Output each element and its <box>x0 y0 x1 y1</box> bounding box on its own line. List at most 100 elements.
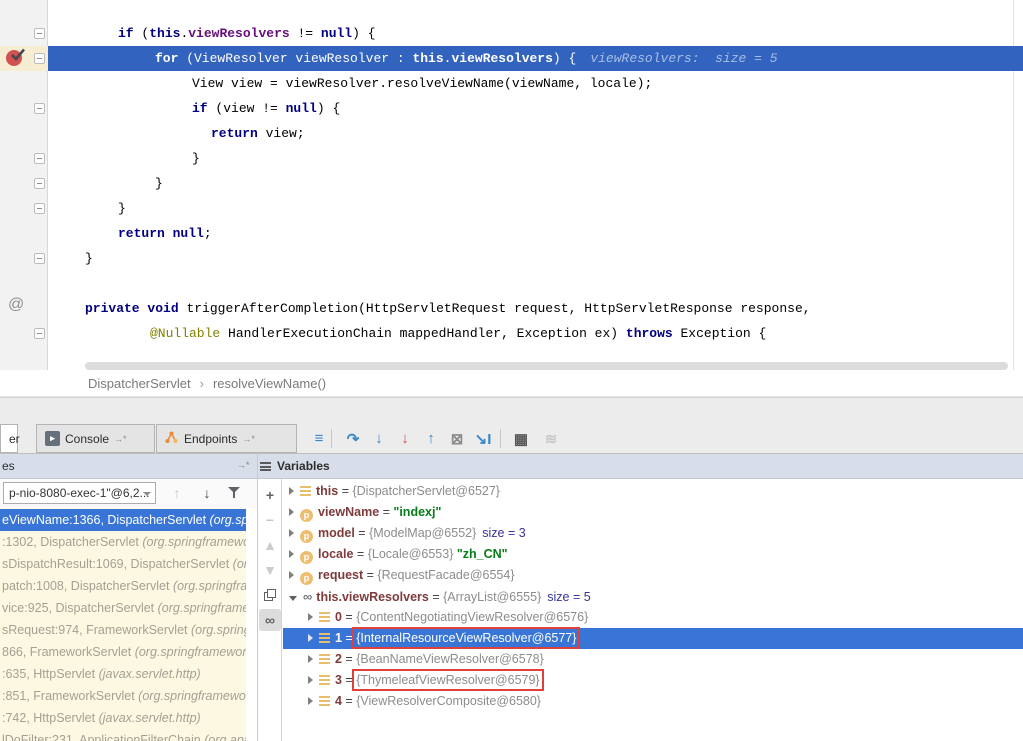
variable-row[interactable]: 2 = {BeanNameViewResolver@6578} <box>283 649 1023 670</box>
frame-package: (org.springfram <box>173 579 246 593</box>
chevron-right-icon[interactable] <box>289 571 294 579</box>
thread-selector-dropdown[interactable]: p-nio-8080-exec-1"@6,2... <box>3 482 156 504</box>
chevron-right-icon[interactable] <box>289 487 294 495</box>
filter-icon[interactable] <box>228 487 240 499</box>
chevron-right-icon[interactable] <box>308 634 313 642</box>
step-into-icon[interactable]: ↓ <box>368 424 390 453</box>
variable-row[interactable]: prequest = {RequestFacade@6554} <box>283 565 1023 586</box>
step-out-icon[interactable]: ↑ <box>420 424 442 453</box>
code-line[interactable]: } <box>118 196 126 221</box>
stack-frame-row[interactable]: lDoFilter:231, ApplicationFilterChain (o… <box>0 729 246 741</box>
variable-value: {ViewResolverComposite@6580} <box>356 694 541 708</box>
tab-options-arrow-icon[interactable]: →* <box>114 434 127 444</box>
stack-frame-row[interactable]: :635, HttpServlet (javax.servlet.http) <box>0 663 246 685</box>
show-execution-point-icon[interactable]: ≡ <box>308 424 330 453</box>
variable-equals: = <box>338 484 352 498</box>
variable-size: size = 5 <box>547 590 590 604</box>
code-line[interactable]: } <box>155 171 163 196</box>
variable-row[interactable]: this = {DispatcherServlet@6527} <box>283 481 1023 502</box>
code-line[interactable]: } <box>85 246 93 271</box>
code-token: ) { <box>553 51 576 66</box>
variable-row[interactable]: pmodel = {ModelMap@6552}size = 3 <box>283 523 1023 544</box>
chevron-down-icon[interactable] <box>289 596 297 601</box>
duplicate-watch-icon[interactable] <box>259 584 281 606</box>
debugger-inline-hint: viewResolvers: size = 5 <box>576 51 777 66</box>
frame-package: (javax.servlet.http) <box>99 667 201 681</box>
code-line[interactable]: View view = viewResolver.resolveViewName… <box>192 71 652 96</box>
frame-down-icon[interactable]: ↓ <box>196 482 218 504</box>
chevron-right-icon[interactable] <box>308 613 313 621</box>
add-watch-icon[interactable]: + <box>259 484 281 506</box>
chevron-right-icon[interactable] <box>308 655 313 663</box>
frames-list[interactable]: eViewName:1366, DispatcherServlet (org.s… <box>0 508 246 741</box>
code-token: ) { <box>317 101 340 116</box>
show-watches-icon[interactable]: ∞ <box>259 609 281 631</box>
tab-er[interactable]: er <box>0 424 18 453</box>
chevron-right-icon[interactable] <box>289 550 294 558</box>
toolbar-separator <box>500 429 501 448</box>
variable-string-value: "indexj" <box>393 505 441 519</box>
stack-frame-row[interactable]: patch:1008, DispatcherServlet (org.sprin… <box>0 575 246 597</box>
thread-selector-value: p-nio-8080-exec-1"@6,2... <box>9 486 150 500</box>
variables-menu-icon[interactable] <box>260 462 271 471</box>
field-icon <box>300 486 311 496</box>
drop-frame-icon[interactable]: ⊠ <box>446 424 468 453</box>
stack-frame-row[interactable]: sDispatchResult:1069, DispatcherServlet … <box>0 553 246 575</box>
variable-row[interactable]: ∞this.viewResolvers = {ArrayList@6555}si… <box>283 586 1023 607</box>
stack-frame-row[interactable]: :851, FrameworkServlet (org.springframew… <box>0 685 246 707</box>
stack-frame-row[interactable]: 866, FrameworkServlet (org.springframewo… <box>0 641 246 663</box>
force-step-into-icon[interactable]: ↓ <box>394 424 416 453</box>
breadcrumb-item[interactable]: resolveViewName() <box>213 376 326 391</box>
view-breakpoints-icon[interactable]: ▦ <box>510 424 532 453</box>
variable-row[interactable]: pviewName = "indexj" <box>283 502 1023 523</box>
run-to-cursor-icon[interactable]: ↘I <box>472 424 494 453</box>
variables-panel-title: Variables <box>277 459 330 473</box>
code-line[interactable]: return view; <box>211 121 305 146</box>
code-token: this <box>412 51 443 66</box>
code-token: void <box>147 301 178 316</box>
stack-frame-row[interactable]: eViewName:1366, DispatcherServlet (org.s… <box>0 509 246 531</box>
variable-row[interactable]: 1 = {InternalResourceViewResolver@6577} <box>283 628 1023 649</box>
code-token: throws <box>626 326 673 341</box>
variable-value: {ModelMap@6552} <box>369 526 476 540</box>
variable-equals: = <box>429 590 443 604</box>
code-line[interactable]: for (ViewResolver viewResolver : this.vi… <box>155 46 778 71</box>
frames-panel-options-arrow-icon[interactable]: →* <box>237 460 250 470</box>
code-line[interactable]: private void triggerAfterCompletion(Http… <box>85 296 811 321</box>
tab-label: er <box>9 432 20 446</box>
chevron-right-icon[interactable] <box>289 529 294 537</box>
code-token: } <box>85 251 93 266</box>
breadcrumb-item[interactable]: DispatcherServlet <box>88 376 191 391</box>
parameter-icon: p <box>300 530 313 543</box>
tab-options-arrow-icon[interactable]: →* <box>242 434 255 444</box>
frames-scrollbar-track[interactable] <box>246 508 257 741</box>
stack-frame-row[interactable]: :742, HttpServlet (javax.servlet.http) <box>0 707 246 729</box>
tab-endpoints[interactable]: Endpoints→* <box>156 424 297 453</box>
stack-frame-row[interactable]: vice:925, DispatcherServlet (org.springf… <box>0 597 246 619</box>
code-token: if <box>192 101 208 116</box>
code-line[interactable]: @Nullable HandlerExecutionChain mappedHa… <box>150 321 766 346</box>
variable-row[interactable]: 0 = {ContentNegotiatingViewResolver@6576… <box>283 607 1023 628</box>
frame-package: (org.springframewo <box>142 535 246 549</box>
code-area[interactable]: if (this.viewResolvers != null) {for (Vi… <box>0 0 1023 370</box>
variable-row[interactable]: 3 = {ThymeleafViewResolver@6579} <box>283 670 1023 691</box>
variable-row[interactable]: 4 = {ViewResolverComposite@6580} <box>283 691 1023 712</box>
code-line[interactable]: if (this.viewResolvers != null) { <box>118 21 376 46</box>
tab-console[interactable]: ▸Console→* <box>36 424 155 453</box>
chevron-right-icon[interactable] <box>289 508 294 516</box>
stack-frame-row[interactable]: sRequest:974, FrameworkServlet (org.spri… <box>0 619 246 641</box>
code-editor[interactable]: @ if (this.viewResolvers != null) {for (… <box>0 0 1023 370</box>
step-over-icon[interactable]: ↷ <box>342 424 364 453</box>
field-icon <box>319 654 330 664</box>
code-line[interactable]: if (view != null) { <box>192 96 340 121</box>
stack-frame-row[interactable]: :1302, DispatcherServlet (org.springfram… <box>0 531 246 553</box>
code-line[interactable]: return null; <box>118 221 212 246</box>
variable-value: {RequestFacade@6554} <box>377 568 514 582</box>
chevron-right-icon[interactable] <box>308 697 313 705</box>
code-line[interactable]: } <box>192 146 200 171</box>
chevron-right-icon[interactable] <box>308 676 313 684</box>
variable-row[interactable]: plocale = {Locale@6553} "zh_CN" <box>283 544 1023 565</box>
horizontal-scrollbar-thumb[interactable] <box>85 362 1008 370</box>
variable-name: this <box>316 484 338 498</box>
variables-panel[interactable]: this = {DispatcherServlet@6527}pviewName… <box>283 479 1023 741</box>
